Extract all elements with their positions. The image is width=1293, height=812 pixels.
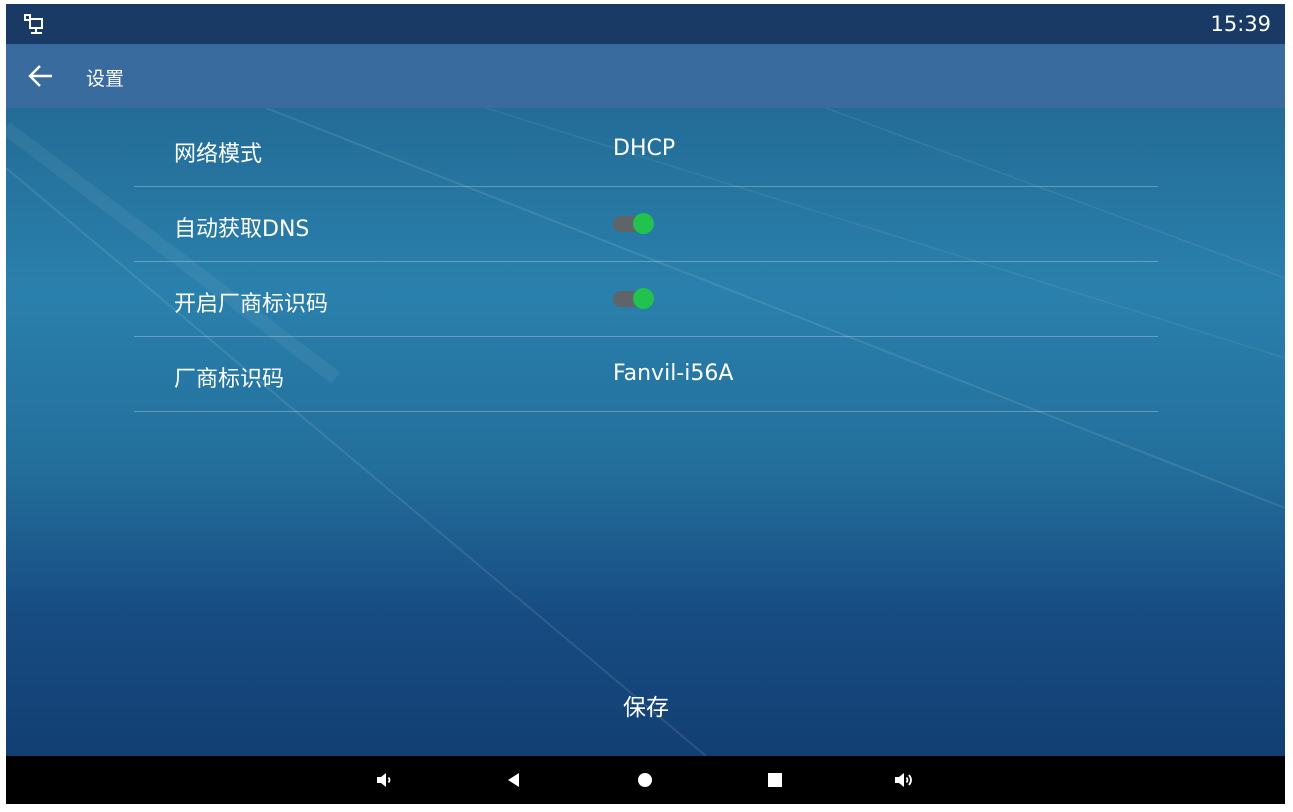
navigation-bar bbox=[6, 756, 1285, 804]
setting-row-vendor-id[interactable]: 厂商标识码 Fanvil-i56A bbox=[134, 337, 1158, 412]
home-circle-icon[interactable] bbox=[633, 768, 657, 792]
back-button[interactable] bbox=[20, 58, 60, 94]
device-screen: 15:39 设置 网络模式 DHCP 自动获取DNS 开启厂商标识码 厂商标识码… bbox=[6, 4, 1285, 804]
back-triangle-icon[interactable] bbox=[502, 768, 526, 792]
setting-label: 网络模式 bbox=[174, 142, 263, 167]
page-title: 设置 bbox=[86, 68, 125, 90]
network-icon bbox=[24, 14, 43, 34]
status-clock: 15:39 bbox=[1210, 12, 1271, 36]
toggle-thumb bbox=[633, 213, 654, 234]
setting-row-network-mode[interactable]: 网络模式 DHCP bbox=[134, 112, 1158, 187]
vendor-id-toggle[interactable] bbox=[613, 288, 655, 310]
save-button[interactable]: 保存 bbox=[596, 688, 696, 728]
setting-value: DHCP bbox=[613, 136, 676, 161]
setting-row-enable-vendor-id[interactable]: 开启厂商标识码 bbox=[134, 262, 1158, 337]
recents-square-icon[interactable] bbox=[763, 768, 787, 792]
volume-up-icon[interactable] bbox=[892, 768, 916, 792]
settings-list: 网络模式 DHCP 自动获取DNS 开启厂商标识码 厂商标识码 Fanvil-i… bbox=[134, 112, 1158, 412]
status-bar: 15:39 bbox=[6, 4, 1285, 44]
setting-value: Fanvil-i56A bbox=[613, 361, 734, 386]
toggle-thumb bbox=[633, 288, 654, 309]
setting-label: 开启厂商标识码 bbox=[174, 292, 329, 317]
volume-down-icon[interactable] bbox=[372, 768, 396, 792]
setting-row-auto-dns[interactable]: 自动获取DNS bbox=[134, 187, 1158, 262]
back-arrow-icon bbox=[28, 65, 52, 87]
settings-content: 网络模式 DHCP 自动获取DNS 开启厂商标识码 厂商标识码 Fanvil-i… bbox=[6, 108, 1285, 756]
setting-label: 自动获取DNS bbox=[174, 217, 310, 242]
app-bar: 设置 bbox=[6, 44, 1285, 108]
setting-label: 厂商标识码 bbox=[174, 367, 285, 392]
auto-dns-toggle[interactable] bbox=[613, 213, 655, 235]
